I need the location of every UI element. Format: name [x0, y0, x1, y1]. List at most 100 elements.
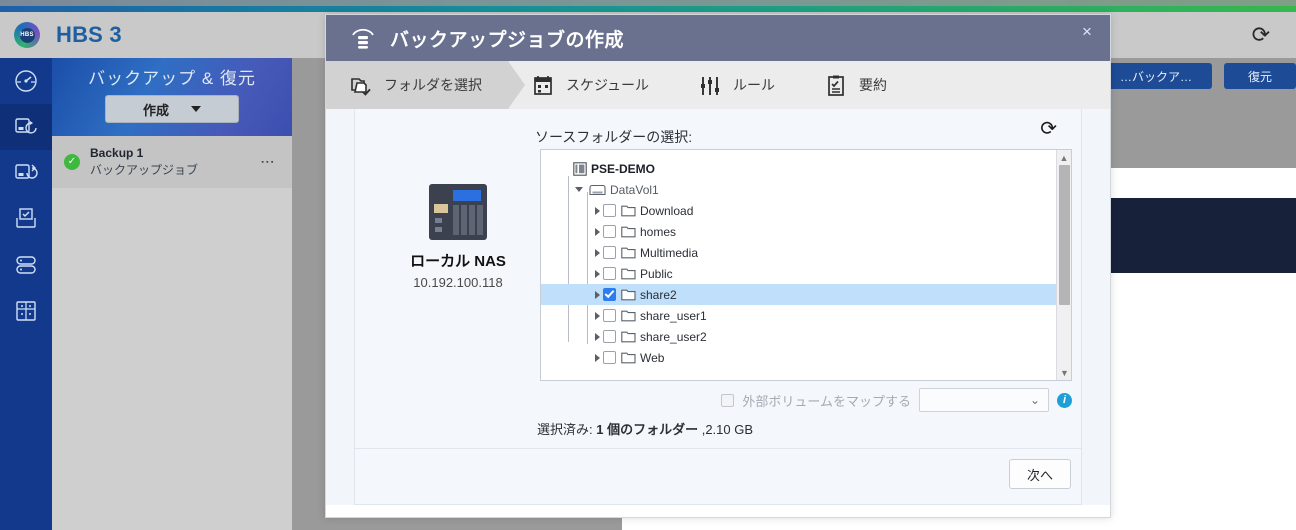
tree-node-label: homes: [640, 225, 676, 239]
tree-node[interactable]: Multimedia: [541, 242, 1071, 263]
tree-node[interactable]: Download: [541, 200, 1071, 221]
create-button-label: 作成: [143, 100, 169, 119]
folder-icon: [621, 268, 636, 280]
chevron-down-icon: ⌄: [1030, 393, 1040, 407]
top-gradient-dim-overlay: [0, 0, 1296, 6]
rail-item-resources[interactable]: [0, 288, 52, 334]
tree-node-label: Download: [640, 204, 693, 218]
rail-item-dashboard[interactable]: [0, 58, 52, 104]
wizard-step-label: 要約: [859, 75, 887, 95]
icon-rail: [0, 58, 52, 530]
wizard-steps: フォルダを選択 スケジュール ルール 要約: [326, 61, 1110, 109]
tree-node-checkbox[interactable]: [603, 351, 616, 364]
folder-check-icon: [350, 74, 372, 96]
tree-node[interactable]: homes: [541, 221, 1071, 242]
tree-node-checkbox[interactable]: [603, 288, 616, 301]
expand-arrow-icon[interactable]: [591, 333, 603, 341]
expand-arrow-icon[interactable]: [591, 228, 603, 236]
folder-icon: [621, 289, 636, 301]
folder-tree[interactable]: PSE-DEMO DataVol1 Download homes Multimedia P…: [540, 149, 1072, 381]
scrollbar-thumb[interactable]: [1059, 165, 1070, 305]
tree-node-checkbox[interactable]: [603, 309, 616, 322]
map-external-volume-checkbox[interactable]: [721, 394, 734, 407]
tree-node-checkbox[interactable]: [603, 330, 616, 343]
rail-item-restore-job[interactable]: [0, 196, 52, 242]
tree-node[interactable]: share2: [541, 284, 1071, 305]
expand-arrow-icon[interactable]: [591, 249, 603, 257]
background-action-bar: …バックア… 復元: [1100, 63, 1296, 89]
nas-ip-address: 10.192.100.118: [388, 275, 528, 290]
tree-node[interactable]: PSE-DEMO: [541, 158, 1071, 179]
map-external-volume-label: 外部ボリュームをマップする: [742, 391, 911, 410]
map-external-volume-select[interactable]: ⌄: [919, 388, 1049, 412]
scroll-down-icon[interactable]: ▼: [1057, 365, 1072, 380]
tree-scrollbar[interactable]: ▲ ▼: [1056, 150, 1071, 380]
clipboard-check-icon: [825, 74, 847, 96]
tree-node-label: Web: [640, 351, 664, 365]
hbs-logo-icon: HBS: [14, 22, 40, 48]
expand-arrow-icon[interactable]: [591, 354, 603, 362]
folder-icon: [621, 226, 636, 238]
job-texts: Backup 1バックアップジョブ: [90, 146, 198, 178]
gauge-icon: [13, 68, 39, 94]
background-action-button-1[interactable]: 復元: [1224, 63, 1296, 89]
calendar-icon: [532, 74, 554, 96]
selection-summary: 選択済み: 1 個のフォルダー ,2.10 GB: [537, 419, 753, 438]
tree-node-label: share_user2: [640, 330, 707, 344]
job-list-hero: バックアップ & 復元 作成: [52, 58, 292, 136]
wizard-step-3[interactable]: 要約: [801, 61, 913, 109]
refresh-icon[interactable]: ⟳: [1252, 24, 1270, 46]
wizard-step-1[interactable]: スケジュール: [508, 61, 675, 109]
create-backup-job-dialog: バックアップジョブの作成 × フォルダを選択スケジュールルール要約 ローカル N…: [325, 14, 1111, 518]
tree-node-label: DataVol1: [610, 183, 659, 197]
wizard-step-label: スケジュール: [566, 75, 649, 95]
tree-node-label: Public: [640, 267, 673, 281]
expand-arrow-icon[interactable]: [591, 270, 603, 278]
chevron-down-icon: [191, 106, 201, 112]
map-external-volume-row[interactable]: 外部ボリュームをマップする ⌄ i: [540, 387, 1072, 413]
tree-node[interactable]: Public: [541, 263, 1071, 284]
source-folder-label: ソースフォルダーの選択:: [535, 127, 692, 147]
rail-item-sync[interactable]: [0, 150, 52, 196]
tree-node-checkbox[interactable]: [603, 267, 616, 280]
tree-node-checkbox[interactable]: [603, 204, 616, 217]
expand-arrow-icon[interactable]: [591, 312, 603, 320]
tree-node-label: share_user1: [640, 309, 707, 323]
folder-icon: [621, 310, 636, 322]
close-icon[interactable]: ×: [1078, 23, 1096, 40]
rail-item-backup-restore[interactable]: [0, 104, 52, 150]
nas-device-icon: [429, 184, 487, 240]
expand-arrow-icon[interactable]: [591, 291, 603, 299]
rail-item-storage-space[interactable]: [0, 242, 52, 288]
info-icon[interactable]: i: [1057, 393, 1072, 408]
job-list-panel: バックアップ & 復元 作成 ✓Backup 1バックアップジョブ⋮: [52, 58, 292, 530]
next-button[interactable]: 次へ: [1009, 459, 1071, 489]
folder-icon: [621, 331, 636, 343]
tree-node[interactable]: DataVol1: [541, 179, 1071, 200]
tree-refresh-icon[interactable]: ⟳: [1040, 119, 1057, 139]
wizard-step-2[interactable]: ルール: [675, 61, 801, 109]
job-list-item[interactable]: ✓Backup 1バックアップジョブ⋮: [52, 136, 292, 188]
cabinet-icon: [13, 298, 39, 324]
expand-arrow-icon[interactable]: [591, 207, 603, 215]
scroll-up-icon[interactable]: ▲: [1057, 150, 1071, 165]
wizard-step-0[interactable]: フォルダを選択: [326, 61, 508, 109]
tree-node-checkbox[interactable]: [603, 246, 616, 259]
dialog-footer: 次へ: [354, 449, 1082, 505]
create-button[interactable]: 作成: [105, 95, 239, 123]
device-arrow-icon: [13, 114, 39, 140]
dialog-bottom-pad: [326, 505, 1110, 517]
nas-name: ローカル NAS: [388, 250, 528, 271]
tree-node[interactable]: share_user1: [541, 305, 1071, 326]
selection-summary-value: 1 個のフォルダー: [593, 422, 702, 437]
background-action-button-0[interactable]: …バックア…: [1100, 63, 1212, 89]
tree-node-checkbox[interactable]: [603, 225, 616, 238]
local-nas-card[interactable]: ローカル NAS 10.192.100.118: [388, 184, 528, 290]
tree-node[interactable]: Web: [541, 347, 1071, 368]
server-icon: [573, 162, 587, 176]
collapse-arrow-icon[interactable]: [573, 187, 585, 192]
tree-node[interactable]: share_user2: [541, 326, 1071, 347]
page-title: バックアップ & 復元: [52, 64, 292, 89]
inbox-check-icon: [13, 206, 39, 232]
job-menu-icon[interactable]: ⋮: [264, 155, 272, 169]
